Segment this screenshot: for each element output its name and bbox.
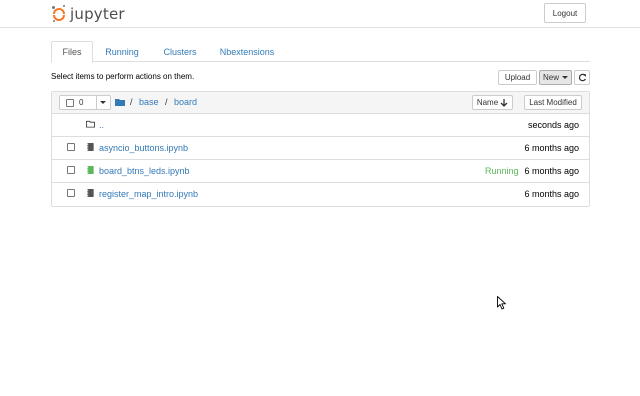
file-name[interactable]: asyncio_buttons.ipynb (99, 143, 188, 153)
sort-name-label: Name (476, 98, 499, 107)
mouse-cursor-icon (497, 296, 506, 310)
file-name[interactable]: board_btns_leds.ipynb (99, 166, 190, 176)
folder-icon (86, 120, 95, 128)
notebook-icon (86, 188, 94, 198)
select-all-dropdown[interactable]: 0 (59, 95, 111, 110)
list-item[interactable]: board_btns_leds.ipynb Running 6 months a… (52, 160, 589, 183)
list-item[interactable]: .. seconds ago (52, 114, 589, 137)
jupyter-logo[interactable]: jupyter (52, 4, 125, 24)
chevron-down-icon[interactable] (100, 101, 106, 104)
file-name[interactable]: register_map_intro.ipynb (99, 189, 198, 199)
file-name[interactable]: .. (99, 120, 104, 130)
tab-running[interactable]: Running (95, 41, 149, 62)
sort-last-modified-button[interactable]: Last Modified (524, 95, 582, 110)
tab-nbextensions[interactable]: Nbextensions (211, 41, 283, 62)
notebook-running-icon (86, 165, 94, 175)
refresh-button[interactable] (574, 70, 590, 85)
file-modified: 6 months ago (524, 189, 579, 199)
header-bar: jupyter Logout (0, 0, 640, 28)
breadcrumb-separator: / (130, 97, 133, 107)
breadcrumb-separator: / (165, 97, 168, 107)
notebook-icon (86, 142, 94, 152)
breadcrumb-base[interactable]: base (139, 97, 159, 107)
list-item[interactable]: asyncio_buttons.ipynb 6 months ago (52, 137, 589, 160)
file-list-header: 0 / base / board Name Last Modified (52, 92, 589, 114)
logout-button[interactable]: Logout (544, 3, 586, 23)
new-button[interactable]: New (539, 70, 572, 85)
tab-clusters[interactable]: Clusters (153, 41, 207, 62)
arrow-down-icon (500, 98, 508, 107)
sort-name-button[interactable]: Name (472, 95, 513, 110)
select-all-checkbox[interactable] (66, 99, 74, 107)
selected-count: 0 (79, 98, 84, 107)
info-text: Select items to perform actions on them. (51, 72, 195, 81)
file-list: 0 / base / board Name Last Modified .. s… (51, 91, 590, 207)
list-item[interactable]: register_map_intro.ipynb 6 months ago (52, 183, 589, 206)
tab-files[interactable]: Files (51, 41, 93, 63)
row-checkbox[interactable] (67, 166, 75, 174)
tab-bar: Files Running Clusters Nbextensions (51, 41, 590, 63)
row-checkbox[interactable] (67, 189, 75, 197)
row-checkbox[interactable] (67, 143, 75, 151)
new-button-label: New (542, 73, 559, 82)
refresh-icon (578, 73, 586, 82)
jupyter-logo-icon (52, 5, 66, 23)
logo-text: jupyter (70, 5, 125, 23)
file-modified: 6 months ago (524, 143, 579, 153)
file-modified: 6 months ago (524, 166, 579, 176)
breadcrumb-board[interactable]: board (174, 97, 197, 107)
chevron-down-icon (562, 76, 568, 79)
folder-icon[interactable] (115, 98, 125, 106)
upload-button[interactable]: Upload (498, 70, 537, 85)
running-status: Running (485, 166, 519, 176)
file-modified: seconds ago (527, 120, 579, 130)
